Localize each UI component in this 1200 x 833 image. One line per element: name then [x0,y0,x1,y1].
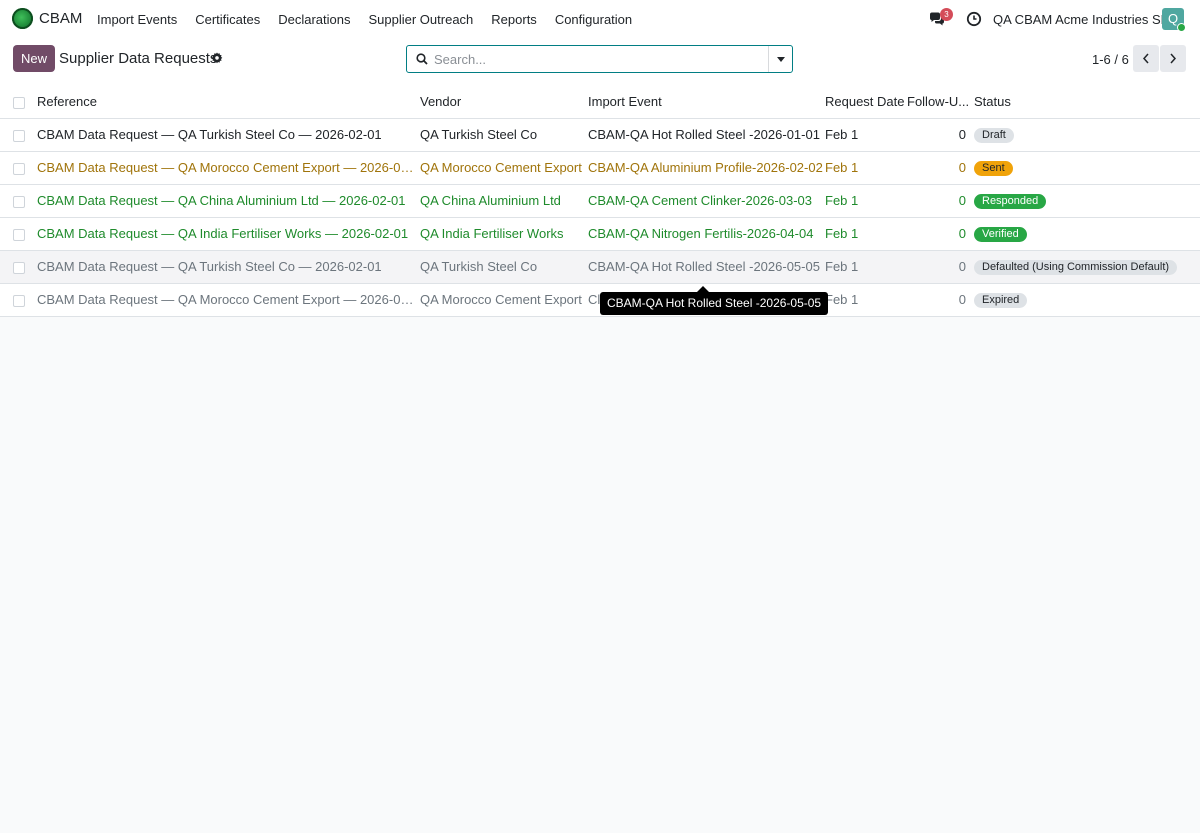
column-header-vendor[interactable]: Vendor [420,86,588,119]
cbam-logo-icon[interactable] [12,8,33,29]
pager-previous-button[interactable] [1133,45,1159,72]
chat-unread-badge: 3 [940,8,953,21]
cell-vendor: QA Turkish Steel Co [420,118,588,152]
top-navbar: CBAM Import Events Certificates Declarat… [0,0,1200,38]
cell-follow-ups: 0 [907,283,974,317]
cell-request-date: Feb 1 [825,283,907,317]
status-badge: Defaulted (Using Commission Default) [974,260,1178,275]
cell-vendor: QA India Fertiliser Works [420,217,588,251]
table-row[interactable]: CBAM Data Request — QA India Fertiliser … [0,217,1200,251]
row-checkbox[interactable] [13,228,25,241]
cell-request-date: Feb 1 [825,151,907,185]
table-header-row: Reference Vendor Import Event Request Da… [0,86,1200,119]
search-input[interactable] [434,49,764,69]
page-title: Supplier Data Requests [59,50,218,67]
menu-item-certificates[interactable]: Certificates [195,12,260,27]
status-badge: Draft [974,128,1014,143]
pager-value[interactable]: 1-6 / 6 [1092,52,1129,67]
status-badge: Expired [974,293,1028,308]
cell-request-date: Feb 1 [825,250,907,284]
cell-import-event: CBAM-QA Nitrogen Fertilis-2026-04-04 [588,217,825,251]
column-header-status[interactable]: Status [974,86,1200,119]
cell-vendor: QA China Aluminium Ltd [420,184,588,218]
pager-next-button[interactable] [1160,45,1186,72]
cell-import-event: CBAM-QA Cement Clinker-2026-03-03 [588,184,825,218]
row-checkbox[interactable] [13,129,25,142]
status-badge: Responded [974,194,1047,209]
table-row[interactable]: CBAM Data Request — QA Turkish Steel Co … [0,250,1200,284]
table-row[interactable]: CBAM Data Request — QA China Aluminium L… [0,184,1200,218]
menu-item-configuration[interactable]: Configuration [555,12,632,27]
cell-reference: CBAM Data Request — QA Turkish Steel Co … [37,250,420,284]
column-header-follow-ups[interactable]: Follow-U... [907,86,974,119]
cell-vendor: QA Morocco Cement Export [420,283,588,317]
menu-item-reports[interactable]: Reports [491,12,537,27]
import-event-tooltip: CBAM-QA Hot Rolled Steel -2026-05-05 [600,292,829,315]
search-bar[interactable] [406,45,793,73]
clock-icon[interactable] [966,11,982,27]
table-row[interactable]: CBAM Data Request — QA Turkish Steel Co … [0,118,1200,152]
search-options-toggle[interactable] [768,46,792,72]
cell-request-date: Feb 1 [825,184,907,218]
cell-follow-ups: 0 [907,250,974,284]
menu-item-supplier-outreach[interactable]: Supplier Outreach [369,12,474,27]
select-all-checkbox[interactable] [13,96,25,109]
column-header-import-event[interactable]: Import Event [588,86,825,119]
chevron-left-icon [1142,53,1149,64]
cell-reference: CBAM Data Request — QA Morocco Cement Ex… [37,151,420,185]
cell-follow-ups: 0 [907,184,974,218]
chevron-right-icon [1170,53,1177,64]
cell-import-event: CBAM-QA Aluminium Profile-2026-02-02 [588,151,825,185]
cell-import-event: CBAM-QA Hot Rolled Steel -2026-01-01 [588,118,825,152]
cell-follow-ups: 0 [907,118,974,152]
control-panel: New Supplier Data Requests 1-6 / 6 [0,38,1200,86]
row-checkbox[interactable] [13,195,25,208]
status-badge: Verified [974,227,1027,242]
company-switcher[interactable]: QA CBAM Acme Industries SL [993,12,1168,27]
cell-vendor: QA Morocco Cement Export [420,151,588,185]
cell-reference: CBAM Data Request — QA India Fertiliser … [37,217,420,251]
column-header-request-date[interactable]: Request Date [825,86,907,119]
search-icon [416,53,428,65]
gear-icon[interactable] [211,52,223,64]
cell-request-date: Feb 1 [825,217,907,251]
status-badge: Sent [974,161,1013,176]
row-checkbox[interactable] [13,162,25,175]
column-header-reference[interactable]: Reference [37,86,420,119]
online-status-icon [1177,23,1186,32]
cell-import-event: CBAM-QA Hot Rolled Steel -2026-05-05 [588,250,825,284]
menu-item-import-events[interactable]: Import Events [97,12,177,27]
cell-vendor: QA Turkish Steel Co [420,250,588,284]
cell-request-date: Feb 1 [825,118,907,152]
cell-follow-ups: 0 [907,217,974,251]
cell-reference: CBAM Data Request — QA Morocco Cement Ex… [37,283,420,317]
row-checkbox[interactable] [13,261,25,274]
cell-follow-ups: 0 [907,151,974,185]
app-name[interactable]: CBAM [39,10,82,27]
main-menu: Import Events Certificates Declarations … [97,12,650,27]
row-checkbox[interactable] [13,294,25,307]
cell-reference: CBAM Data Request — QA China Aluminium L… [37,184,420,218]
supplier-data-requests-table: Reference Vendor Import Event Request Da… [0,86,1200,317]
menu-item-declarations[interactable]: Declarations [278,12,350,27]
cell-reference: CBAM Data Request — QA Turkish Steel Co … [37,118,420,152]
new-button[interactable]: New [13,45,55,72]
table-row[interactable]: CBAM Data Request — QA Morocco Cement Ex… [0,151,1200,185]
